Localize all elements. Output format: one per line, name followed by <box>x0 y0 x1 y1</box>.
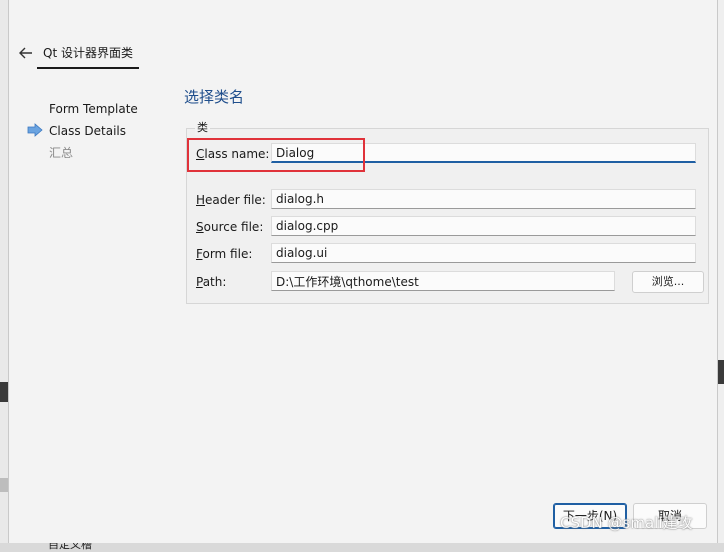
form-file-label: Form file: <box>196 247 253 261</box>
step-summary: 汇总 <box>25 144 138 166</box>
path-row: Path: 浏览... <box>196 271 706 293</box>
step-label: Class Details <box>49 124 126 138</box>
path-label: Path: <box>196 275 227 289</box>
step-label: 汇总 <box>49 146 74 160</box>
group-label: 类 <box>195 119 210 135</box>
annotation-highlight-box <box>187 138 365 172</box>
wizard-header: Qt 设计器界面类 <box>9 0 717 72</box>
arrow-right-icon <box>27 123 43 137</box>
wizard-dialog: Qt 设计器界面类 Form Template Class Details 汇总… <box>8 0 718 543</box>
source-file-label: Source file: <box>196 220 264 234</box>
page-title: 选择类名 <box>184 88 245 106</box>
browse-button[interactable]: 浏览... <box>632 271 704 293</box>
wizard-steps: Form Template Class Details 汇总 <box>25 100 138 166</box>
path-input[interactable] <box>271 271 615 291</box>
step-form-template: Form Template <box>25 100 138 122</box>
header-file-input[interactable] <box>271 189 696 209</box>
wizard-title-tab: Qt 设计器界面类 <box>37 44 139 69</box>
arrow-left-icon[interactable] <box>15 42 37 64</box>
form-file-input[interactable] <box>271 243 696 263</box>
watermark: CSDN @small建攻 <box>560 514 693 532</box>
step-label: Form Template <box>49 102 138 116</box>
header-file-label: Header file: <box>196 193 266 207</box>
step-class-details: Class Details <box>25 122 138 144</box>
source-file-input[interactable] <box>271 216 696 236</box>
